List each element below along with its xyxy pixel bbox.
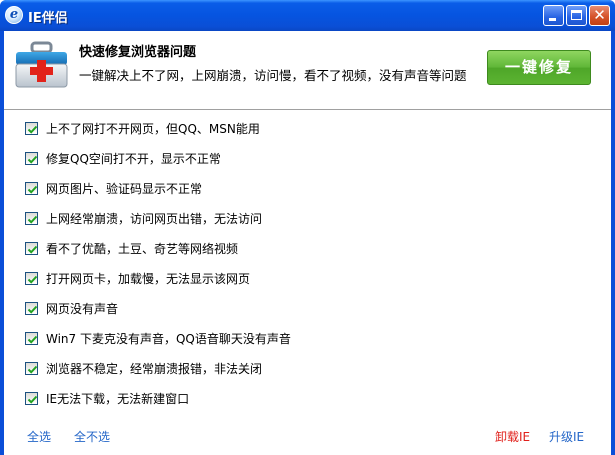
checkbox[interactable] [25, 271, 38, 285]
checkbox[interactable] [25, 391, 38, 405]
list-item[interactable]: 修复QQ空间打不开，显示不正常 [25, 148, 221, 168]
toolbox-icon [13, 41, 70, 91]
header-title: 快速修复浏览器问题 [79, 45, 197, 60]
minimize-button[interactable] [543, 5, 564, 26]
checkbox[interactable] [25, 361, 38, 375]
list-item[interactable]: Win7 下麦克没有声音，QQ语音聊天没有声音 [25, 328, 291, 348]
header-description: 一键解决上不了网，上网崩溃，访问慢，看不了视频，没有声音等问题 [79, 68, 467, 83]
list-item[interactable]: 上不了网打不开网页，但QQ、MSN能用 [25, 118, 260, 138]
list-item[interactable]: 看不了优酷，土豆、奇艺等网络视频 [25, 238, 238, 258]
select-none-link[interactable]: 全不选 [74, 428, 110, 445]
checkbox[interactable] [25, 211, 38, 225]
uninstall-ie-link[interactable]: 卸载IE [495, 428, 530, 445]
ie-icon: e [5, 6, 23, 24]
item-label: 浏览器不稳定，经常崩溃报错，非法关闭 [46, 361, 263, 376]
list-item[interactable]: 浏览器不稳定，经常崩溃报错，非法关闭 [25, 358, 262, 378]
checkbox[interactable] [25, 121, 38, 135]
item-label: 上不了网打不开网页，但QQ、MSN能用 [46, 121, 260, 136]
checkbox[interactable] [25, 301, 38, 315]
header-panel: 快速修复浏览器问题 一键解决上不了网，上网崩溃，访问慢，看不了视频，没有声音等问… [4, 31, 611, 110]
close-button[interactable]: ✕ [589, 5, 610, 26]
list-item[interactable]: 网页图片、验证码显示不正常 [25, 178, 202, 198]
list-item[interactable]: 上网经常崩溃，访问网页出错，无法访问 [25, 208, 262, 228]
checkbox[interactable] [25, 181, 38, 195]
window-title: IE伴侣 [28, 11, 68, 26]
client-area: 快速修复浏览器问题 一键解决上不了网，上网崩溃，访问慢，看不了视频，没有声音等问… [4, 31, 611, 455]
checkbox[interactable] [25, 241, 38, 255]
select-all-link[interactable]: 全选 [27, 428, 51, 445]
list-item[interactable]: 打开网页卡，加载慢，无法显示该网页 [25, 268, 250, 288]
app-window: e IE伴侣 ✕ 快速修复浏览器问题 一键解决上不了网，上网崩溃，访问慢，看不了… [0, 0, 615, 455]
checkbox[interactable] [25, 151, 38, 165]
one-click-fix-button[interactable]: 一键修复 [487, 50, 591, 85]
list-item[interactable]: 网页没有声音 [25, 298, 118, 318]
item-label: 看不了优酷，土豆、奇艺等网络视频 [46, 241, 239, 256]
close-icon: ✕ [593, 6, 606, 24]
item-label: 上网经常崩溃，访问网页出错，无法访问 [46, 211, 263, 226]
maximize-button[interactable] [566, 5, 587, 26]
checkbox[interactable] [25, 331, 38, 345]
item-label: 修复QQ空间打不开，显示不正常 [46, 151, 221, 166]
item-label: IE无法下载，无法新建窗口 [46, 391, 190, 406]
item-label: 打开网页卡，加载慢，无法显示该网页 [46, 271, 251, 286]
list-item[interactable]: IE无法下载，无法新建窗口 [25, 388, 189, 408]
item-label: Win7 下麦克没有声音，QQ语音聊天没有声音 [46, 331, 291, 346]
title-bar[interactable]: e IE伴侣 ✕ [0, 0, 615, 31]
upgrade-ie-link[interactable]: 升级IE [549, 428, 584, 445]
item-label: 网页图片、验证码显示不正常 [46, 181, 203, 196]
item-label: 网页没有声音 [46, 301, 119, 316]
